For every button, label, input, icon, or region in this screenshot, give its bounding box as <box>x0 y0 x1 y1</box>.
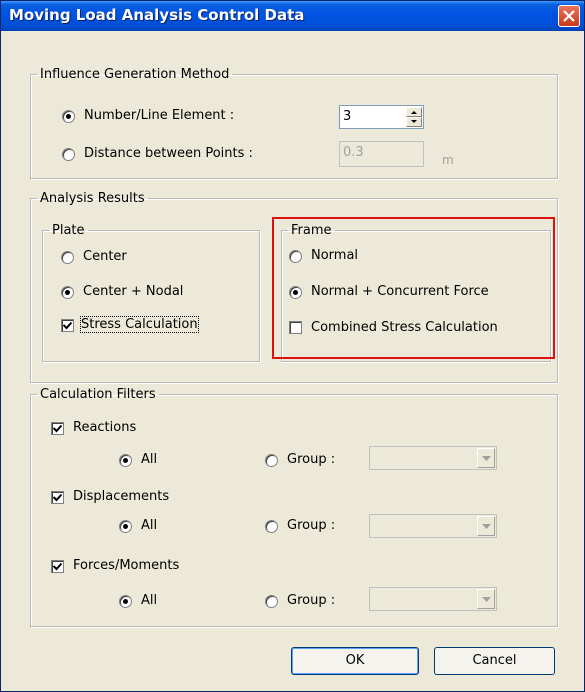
reactions-all-radio[interactable] <box>119 454 132 467</box>
frame-normal-concurrent-radio[interactable] <box>289 286 302 299</box>
displacements-all-radio[interactable] <box>119 520 132 533</box>
forces-label: Forces/Moments <box>73 558 180 573</box>
forces-dropdown-button[interactable] <box>477 589 495 609</box>
distance-unit: m <box>442 153 454 167</box>
analysis-legend: Analysis Results <box>40 191 145 206</box>
displacements-group-radio[interactable] <box>265 520 278 533</box>
displacements-label: Displacements <box>73 489 170 504</box>
displacements-dropdown-button[interactable] <box>477 516 495 536</box>
title-bar[interactable]: Moving Load Analysis Control Data <box>1 1 584 31</box>
chevron-down-icon <box>482 524 491 529</box>
checkmark-icon <box>53 562 62 571</box>
dialog-window: Moving Load Analysis Control Data Influe… <box>0 0 585 692</box>
reactions-group-select[interactable] <box>369 446 497 470</box>
chevron-down-icon <box>482 456 491 461</box>
cancel-button[interactable]: Cancel <box>434 647 555 675</box>
displacements-checkbox[interactable] <box>51 491 64 504</box>
distance-label: Distance between Points : <box>84 146 253 161</box>
ok-button[interactable]: OK <box>291 647 419 675</box>
combined-stress-label: Combined Stress Calculation <box>311 320 498 335</box>
displacements-all-label: All <box>141 518 158 533</box>
distance-input[interactable]: 0.3 <box>339 141 424 167</box>
plate-center-radio[interactable] <box>61 251 74 264</box>
reactions-group-label: Group : <box>287 452 336 467</box>
plate-legend: Plate <box>52 223 85 238</box>
frame-normal-label: Normal <box>311 248 359 263</box>
forces-all-label: All <box>141 593 158 608</box>
number-line-value: 3 <box>343 109 352 124</box>
frame-normal-radio[interactable] <box>289 250 302 263</box>
displacements-group-select[interactable] <box>369 514 497 538</box>
spinner-buttons <box>406 107 422 127</box>
plate-center-nodal-label: Center + Nodal <box>83 284 184 299</box>
influence-legend: Influence Generation Method <box>40 67 230 82</box>
reactions-group-radio[interactable] <box>265 454 278 467</box>
chevron-down-icon <box>482 597 491 602</box>
distance-value: 0.3 <box>343 145 364 160</box>
spin-up-button[interactable] <box>406 107 422 117</box>
number-line-label: Number/Line Element : <box>84 108 235 123</box>
forces-group-radio[interactable] <box>265 595 278 608</box>
reactions-checkbox[interactable] <box>51 422 64 435</box>
forces-all-radio[interactable] <box>119 595 132 608</box>
close-icon <box>563 10 575 22</box>
distance-radio[interactable] <box>62 148 75 161</box>
frame-normal-concurrent-label: Normal + Concurrent Force <box>311 284 489 299</box>
combined-stress-checkbox[interactable] <box>289 321 302 334</box>
checkmark-icon <box>63 321 72 330</box>
checkmark-icon <box>53 424 62 433</box>
reactions-dropdown-button[interactable] <box>477 448 495 468</box>
number-line-radio[interactable] <box>62 110 75 123</box>
arrow-up-icon <box>411 111 417 114</box>
plate-center-label: Center <box>83 249 127 264</box>
number-line-spinner[interactable]: 3 <box>339 105 424 129</box>
filters-legend: Calculation Filters <box>40 387 156 402</box>
influence-group: Influence Generation Method <box>30 67 558 179</box>
arrow-down-icon <box>411 120 417 123</box>
reactions-label: Reactions <box>73 420 137 435</box>
spin-down-button[interactable] <box>406 117 422 127</box>
stress-calc-label: Stress Calculation <box>80 316 199 333</box>
forces-checkbox[interactable] <box>51 560 64 573</box>
reactions-all-label: All <box>141 452 158 467</box>
plate-center-nodal-radio[interactable] <box>61 286 74 299</box>
checkmark-icon <box>53 493 62 502</box>
close-button[interactable] <box>558 5 580 27</box>
stress-calc-checkbox[interactable] <box>61 319 74 332</box>
displacements-group-label: Group : <box>287 518 336 533</box>
window-title: Moving Load Analysis Control Data <box>9 6 305 24</box>
forces-group-label: Group : <box>287 593 336 608</box>
forces-group-select[interactable] <box>369 587 497 611</box>
